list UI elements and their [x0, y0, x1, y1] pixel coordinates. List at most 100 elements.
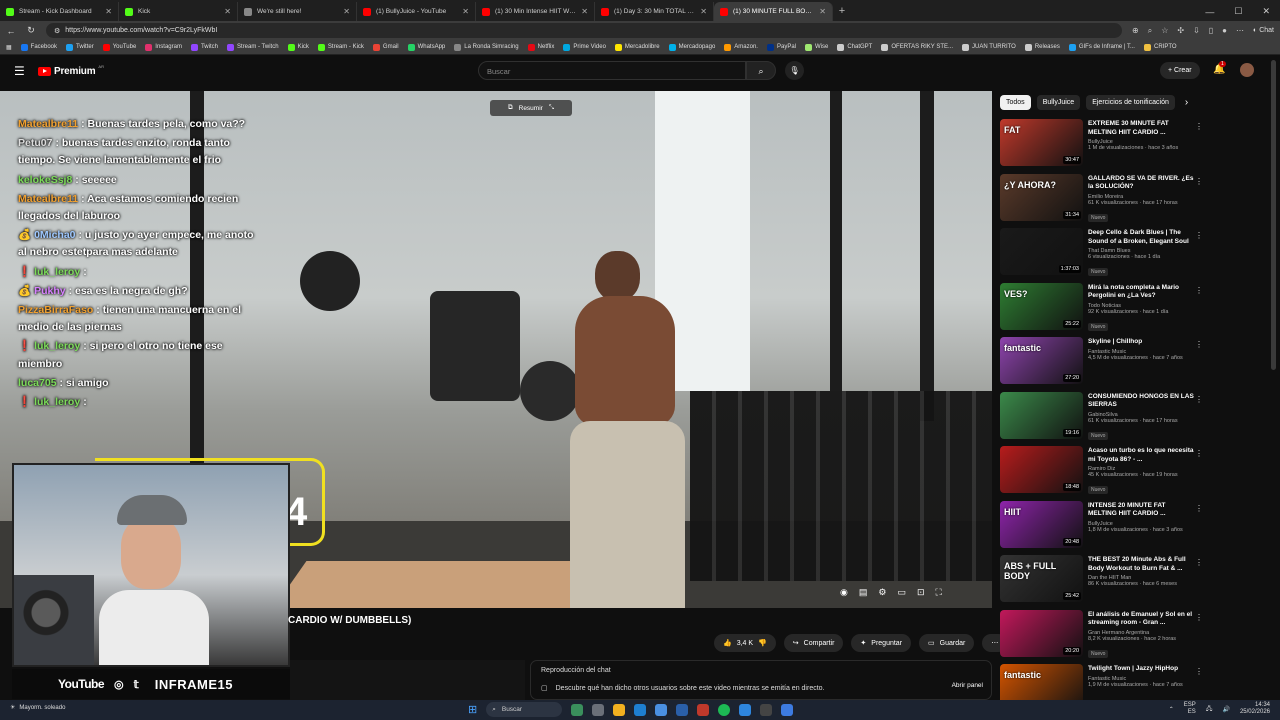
- file-explorer-icon[interactable]: [613, 703, 626, 716]
- extensions-icon[interactable]: ✣: [1177, 26, 1184, 35]
- close-tab-icon[interactable]: ✕: [462, 7, 469, 16]
- browser-tab[interactable]: (1) 30 MINUTE FULL BODY B... ✕: [714, 2, 833, 21]
- kebab-menu-icon[interactable]: ⋮: [1195, 231, 1203, 240]
- app-icon[interactable]: [781, 703, 794, 716]
- network-icon[interactable]: 🖧: [1206, 704, 1213, 714]
- fullscreen-icon[interactable]: ⛶: [936, 587, 942, 598]
- bookmark-star-icon[interactable]: ☆: [1161, 26, 1168, 35]
- recommendation-item[interactable]: 18:48 Acaso un turbo es lo que necesita m…: [1000, 446, 1270, 501]
- bookmark-item[interactable]: JUAN TURRITO: [962, 43, 1016, 51]
- bookmark-item[interactable]: Gmail: [372, 43, 399, 51]
- spotify-icon[interactable]: [718, 703, 731, 716]
- browser-tab[interactable]: Stream - Kick Dashboard ✕: [0, 2, 119, 21]
- video-thumbnail[interactable]: 20:20: [1000, 609, 1083, 657]
- recommendation-item[interactable]: VES? 25:22 Mirá la nota completa a Mario P…: [1000, 282, 1270, 338]
- kebab-menu-icon[interactable]: ⋮: [1195, 504, 1203, 513]
- bookmark-item[interactable]: CRIPTO: [1143, 43, 1177, 51]
- chips-next-icon[interactable]: ›: [1181, 95, 1188, 110]
- volume-icon[interactable]: 🔊: [1222, 706, 1229, 713]
- recommendation-item[interactable]: ABS + FULL BODY 25:42 THE BEST 20 Minute A…: [1000, 555, 1270, 610]
- search-button[interactable]: ⌕: [746, 61, 776, 80]
- site-info-icon[interactable]: ⚙: [54, 27, 60, 35]
- resume-button[interactable]: ⧉ Resumir ⤡: [490, 100, 572, 116]
- recommendation-item[interactable]: fantastic 27:20 Skyline | Chillhop Fantasti…: [1000, 337, 1270, 392]
- ask-button[interactable]: ✦ Preguntar: [851, 634, 912, 652]
- kebab-menu-icon[interactable]: ⋮: [1195, 177, 1203, 186]
- kebab-menu-icon[interactable]: ⋮: [1195, 449, 1203, 458]
- reload-icon[interactable]: ↻: [26, 25, 36, 36]
- bookmark-item[interactable]: Releases: [1024, 43, 1060, 51]
- close-window-icon[interactable]: ✕: [1262, 6, 1270, 17]
- bookmark-item[interactable]: Amazon.: [724, 43, 758, 51]
- thumbs-down-icon[interactable]: 👎: [758, 639, 767, 647]
- kebab-menu-icon[interactable]: ⋮: [1195, 122, 1203, 131]
- close-tab-icon[interactable]: ✕: [105, 7, 112, 16]
- miniplayer-icon[interactable]: ▭: [897, 587, 906, 598]
- video-thumbnail[interactable]: HIIT 20:48: [1000, 500, 1083, 548]
- notifications-button[interactable]: 🔔 1: [1213, 61, 1226, 75]
- bookmark-item[interactable]: Mercadopago: [668, 43, 715, 51]
- bookmark-item[interactable]: Twitch: [190, 43, 218, 51]
- bookmark-item[interactable]: OFERTAS RIKY STE...: [881, 43, 953, 51]
- bookmark-item[interactable]: La Ronda Simracing: [454, 43, 519, 51]
- filter-chip[interactable]: Ejercicios de tonificación: [1086, 95, 1175, 110]
- kebab-menu-icon[interactable]: ⋮: [1195, 340, 1203, 349]
- kebab-menu-icon[interactable]: ⋮: [1195, 286, 1203, 295]
- kebab-menu-icon[interactable]: ⋮: [1195, 395, 1203, 404]
- bookmark-item[interactable]: Facebook: [20, 43, 57, 51]
- app-icon[interactable]: [697, 703, 710, 716]
- bookmark-item[interactable]: YouTube: [102, 43, 136, 51]
- language-indicator[interactable]: ESP ES: [1184, 702, 1196, 716]
- browser-tab[interactable]: Kick ✕: [119, 2, 238, 21]
- translate-icon[interactable]: ⊕: [1132, 26, 1139, 35]
- taskbar-search[interactable]: ⌕ Buscar: [486, 702, 563, 717]
- video-thumbnail[interactable]: FAT 30:47: [1000, 119, 1083, 166]
- maximize-icon[interactable]: ☐: [1234, 6, 1242, 17]
- browser-tab[interactable]: (1) Day 3: 30 Min TOTAL BODY HII... ✕: [595, 2, 714, 21]
- browser-tab[interactable]: (1) BullyJuice - YouTube ✕: [357, 2, 476, 21]
- filter-chip[interactable]: BullyJuice: [1036, 95, 1081, 110]
- recommendation-item[interactable]: ¿Y AHORA? 31:34 GALLARDO SE VA DE RIVER. ¿…: [1000, 173, 1270, 229]
- close-tab-icon[interactable]: ✕: [581, 7, 588, 16]
- close-tab-icon[interactable]: ✕: [224, 7, 231, 16]
- close-tab-icon[interactable]: ✕: [343, 7, 350, 16]
- zoom-icon[interactable]: ⌕: [1148, 26, 1152, 36]
- save-button[interactable]: ▭ Guardar: [919, 634, 975, 652]
- like-button[interactable]: 👍 3,4 K 👎: [714, 634, 776, 652]
- description-box[interactable]: [290, 660, 525, 700]
- bookmark-item[interactable]: PayPal: [766, 43, 796, 51]
- kebab-menu-icon[interactable]: ⋮: [1195, 667, 1203, 676]
- recommendation-item[interactable]: 1:37:03 Deep Cello & Dark Blues | The Sou…: [1000, 228, 1270, 283]
- bookmark-item[interactable]: WhatsApp: [407, 43, 445, 51]
- video-thumbnail[interactable]: 18:48: [1000, 446, 1083, 493]
- voice-search-button[interactable]: 🎙: [785, 61, 804, 80]
- recommendation-item[interactable]: HIIT 20:48 INTENSE 20 MINUTE FAT MELTING H…: [1000, 500, 1270, 556]
- recommendation-item[interactable]: 20:20 El análisis de Emanuel y Sol en el …: [1000, 609, 1270, 665]
- settings-icon[interactable]: ⚙: [878, 587, 886, 598]
- bookmark-item[interactable]: ChatGPT: [837, 43, 872, 51]
- menu-icon[interactable]: ☰: [14, 65, 26, 77]
- kebab-menu-icon[interactable]: ⋮: [1195, 613, 1203, 622]
- app-icon[interactable]: [760, 703, 773, 716]
- search-input[interactable]: Buscar: [478, 61, 746, 80]
- close-tab-icon[interactable]: ✕: [700, 7, 707, 16]
- bookmark-item[interactable]: Wise: [805, 43, 828, 51]
- chat-button[interactable]: ◐ Chat: [1253, 27, 1274, 34]
- task-view-icon[interactable]: [571, 703, 584, 716]
- bookmark-item[interactable]: Kick: [287, 43, 309, 51]
- browser-tab[interactable]: We're still here! ✕: [238, 2, 357, 21]
- bookmark-item[interactable]: Prime Video: [563, 43, 606, 51]
- share-button[interactable]: ↪ Compartir: [783, 634, 844, 652]
- account-avatar[interactable]: [1240, 63, 1254, 77]
- widgets-icon[interactable]: [592, 703, 605, 716]
- apps-icon[interactable]: ▦: [6, 44, 12, 51]
- video-thumbnail[interactable]: 1:37:03: [1000, 228, 1083, 275]
- close-tab-icon[interactable]: ✕: [819, 7, 826, 16]
- autoplay-toggle-icon[interactable]: ◉: [840, 587, 848, 598]
- chrome-icon[interactable]: [655, 703, 668, 716]
- recommendation-item[interactable]: FAT 30:47 EXTREME 30 MINUTE FAT MELTING HI…: [1000, 119, 1270, 174]
- browser-tab[interactable]: (1) 30 Min Intense HIIT Workout F... ✕: [476, 2, 595, 21]
- recommendation-item[interactable]: 19:16 CONSUMIENDO HONGOS EN LAS SIERRAS Ga…: [1000, 391, 1270, 447]
- video-thumbnail[interactable]: 19:16: [1000, 391, 1083, 439]
- minimize-icon[interactable]: —: [1205, 7, 1214, 17]
